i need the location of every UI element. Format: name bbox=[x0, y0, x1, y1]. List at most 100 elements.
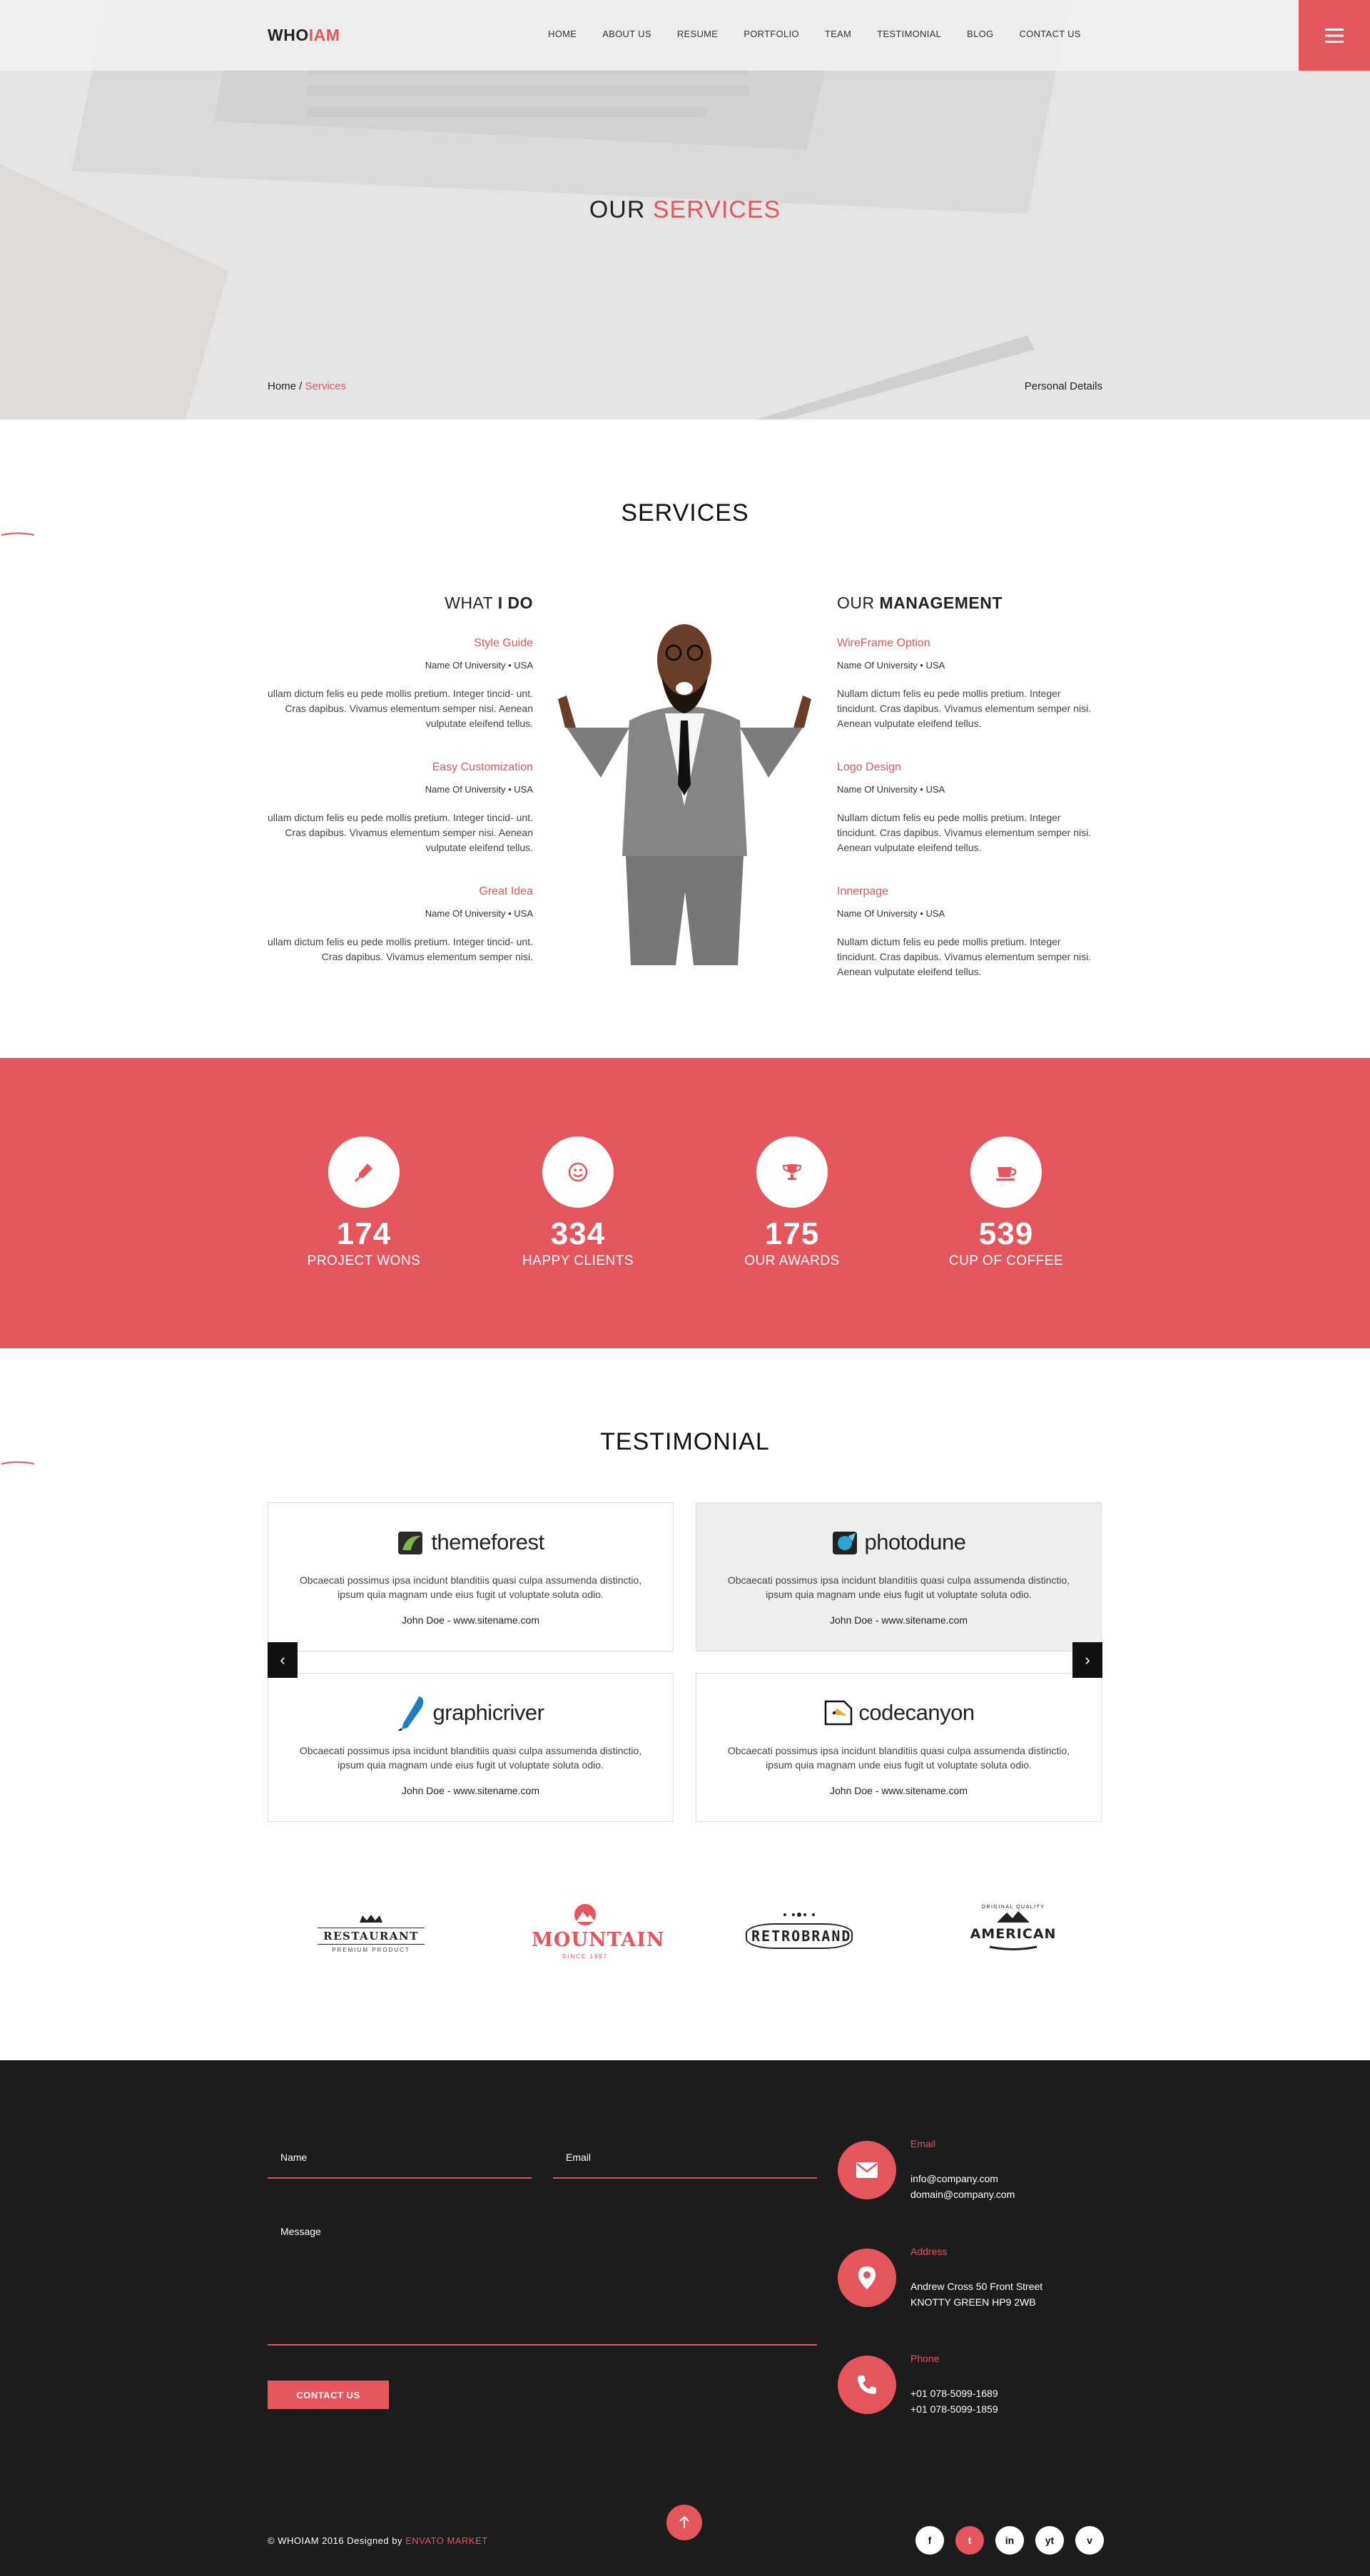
nav-about-us[interactable]: ABOUT US bbox=[602, 29, 651, 39]
breadcrumb-current: Services bbox=[305, 380, 347, 392]
client-name: RESTAURANT bbox=[318, 1928, 425, 1945]
vimeo-icon[interactable]: v bbox=[1075, 2526, 1104, 2555]
linkedin-icon[interactable]: in bbox=[995, 2526, 1024, 2555]
testimonial-author: John Doe - www.sitename.com bbox=[830, 1614, 968, 1626]
breadcrumb: Home / Services bbox=[268, 380, 346, 392]
carousel-next-button[interactable]: › bbox=[1072, 1642, 1102, 1678]
stat-value: 174 bbox=[336, 1216, 392, 1251]
stat-clients: 334 HAPPY CLIENTS bbox=[507, 1136, 649, 1269]
nav-home[interactable]: HOME bbox=[548, 29, 577, 39]
testimonial-quote: Obcaecati possimus ipsa incidunt blandit… bbox=[727, 1745, 1070, 1771]
client-name: RETROBRAND bbox=[746, 1923, 853, 1949]
email-line[interactable]: domain@company.com bbox=[910, 2186, 1015, 2202]
phone-line[interactable]: +01 078-5099-1859 bbox=[910, 2401, 998, 2417]
nav-portfolio[interactable]: PORTFOLIO bbox=[744, 29, 799, 39]
youtube-icon[interactable]: yt bbox=[1035, 2526, 1064, 2555]
service-subtitle: Name Of University • USA bbox=[837, 784, 945, 795]
client-logo-mountain: MOUNTAIN SINCE 1997 bbox=[532, 1903, 665, 1960]
stat-label: OUR AWARDS bbox=[744, 1253, 840, 1268]
menu-button[interactable] bbox=[1299, 0, 1370, 71]
nav-testimonial[interactable]: TESTIMONIAL bbox=[877, 29, 941, 39]
address-line: Andrew Cross 50 Front Street bbox=[910, 2281, 1043, 2292]
testimonial-author: John Doe - www.sitename.com bbox=[402, 1614, 539, 1626]
phone-line[interactable]: +01 078-5099-1689 bbox=[910, 2386, 998, 2401]
site-header: WHOIAM HOME ABOUT US RESUME PORTFOLIO TE… bbox=[0, 0, 1370, 71]
mountain-peaks-icon bbox=[997, 1911, 1030, 1923]
envelope-icon-circle bbox=[838, 2141, 896, 2199]
testimonial-author: John Doe - www.sitename.com bbox=[402, 1785, 539, 1796]
stat-value: 334 bbox=[550, 1216, 606, 1251]
stat-icon-circle bbox=[328, 1136, 400, 1208]
photodune-logo-icon bbox=[833, 1532, 858, 1554]
scroll-to-top-button[interactable] bbox=[666, 2505, 702, 2540]
message-field-label: Message bbox=[280, 2226, 321, 2237]
service-title[interactable]: WireFrame Option bbox=[837, 637, 1102, 650]
site-logo[interactable]: WHOIAM bbox=[268, 26, 340, 45]
facebook-icon[interactable]: f bbox=[915, 2526, 944, 2555]
logo-text: WHO bbox=[268, 26, 309, 44]
email-line[interactable]: info@company.com bbox=[910, 2171, 1015, 2186]
service-subtitle: Name Of University • USA bbox=[425, 908, 533, 919]
stats-section: 174 PROJECT WONS 334 HAPPY CLIENTS 175 O… bbox=[0, 1058, 1370, 1348]
stat-icon-circle bbox=[756, 1136, 828, 1208]
name-field[interactable]: Name bbox=[268, 2144, 532, 2179]
smile-icon bbox=[568, 1162, 588, 1182]
brand-logo: graphicriver bbox=[268, 1696, 673, 1731]
client-logo-retrobrand: RETROBRAND bbox=[746, 1909, 853, 1949]
page-title-accent: SERVICES bbox=[652, 196, 781, 223]
copyright-text: © WHOIAM 2016 Designed by ENVATO MARKET bbox=[268, 2535, 488, 2546]
stat-value: 539 bbox=[978, 1216, 1034, 1251]
service-description: ullam dictum felis eu pede mollis pretiu… bbox=[268, 936, 533, 962]
client-logo-restaurant: RESTAURANT PREMIUM PRODUCT bbox=[318, 1914, 425, 1953]
address-title: Address bbox=[910, 2246, 948, 2257]
stat-projects: 174 PROJECT WONS bbox=[293, 1136, 435, 1269]
footer-contact-section: Name Email Message CONTACT US Email info… bbox=[0, 2060, 1370, 2576]
nav-blog[interactable]: BLOG bbox=[967, 29, 993, 39]
phone-values: +01 078-5099-1689 +01 078-5099-1859 bbox=[910, 2386, 998, 2417]
contact-us-button[interactable]: CONTACT US bbox=[268, 2381, 389, 2409]
testimonial-author: John Doe - www.sitename.com bbox=[830, 1785, 968, 1796]
service-item: WireFrame Option Name Of University • US… bbox=[837, 637, 1102, 731]
name-field-label: Name bbox=[280, 2152, 308, 2163]
chevron-left-icon: ‹ bbox=[280, 1651, 285, 1669]
crown-icon bbox=[360, 1915, 382, 1923]
service-description: Nullam dictum felis eu pede mollis preti… bbox=[837, 936, 1092, 977]
twitter-icon[interactable]: t bbox=[955, 2526, 984, 2555]
personal-details-label: Personal Details bbox=[1024, 380, 1102, 392]
testimonial-quote: Obcaecati possimus ipsa incidunt blandit… bbox=[299, 1745, 642, 1771]
brand-logo: themeforest bbox=[268, 1527, 673, 1557]
client-name: MOUNTAIN bbox=[532, 1929, 665, 1951]
logo-accent-text: IAM bbox=[308, 26, 340, 44]
carousel-prev-button[interactable]: ‹ bbox=[268, 1642, 298, 1678]
breadcrumb-home[interactable]: Home bbox=[268, 380, 296, 392]
testimonial-title: TESTIMONIAL bbox=[600, 1428, 770, 1455]
envelope-icon bbox=[856, 2162, 878, 2178]
social-links: f t in yt v bbox=[915, 2526, 1104, 2555]
message-field[interactable]: Message bbox=[268, 2217, 817, 2346]
service-subtitle: Name Of University • USA bbox=[837, 908, 945, 919]
stat-awards: 175 OUR AWARDS bbox=[721, 1136, 863, 1269]
nav-team[interactable]: TEAM bbox=[825, 29, 851, 39]
stat-icon-circle bbox=[542, 1136, 614, 1208]
what-i-do-heading: WHAT I DO bbox=[445, 594, 533, 612]
client-logo-american: ORIGINAL QUALITY AMERICAN bbox=[960, 1905, 1067, 1955]
service-description: Nullam dictum felis eu pede mollis preti… bbox=[837, 812, 1092, 853]
email-field[interactable]: Email bbox=[553, 2144, 817, 2179]
trophy-icon bbox=[782, 1164, 802, 1180]
nav-contact-us[interactable]: CONTACT US bbox=[1019, 29, 1080, 39]
service-title[interactable]: Great Idea bbox=[268, 885, 533, 898]
codecanyon-logo-icon bbox=[825, 1700, 853, 1726]
stat-icon-circle bbox=[970, 1136, 1042, 1208]
service-title[interactable]: Easy Customization bbox=[268, 761, 533, 774]
service-title[interactable]: Logo Design bbox=[837, 761, 1102, 774]
envato-market-link[interactable]: ENVATO MARKET bbox=[405, 2535, 488, 2546]
excited-man-image bbox=[558, 624, 811, 965]
testimonial-quote: Obcaecati possimus ipsa incidunt blandit… bbox=[727, 1574, 1070, 1600]
service-title[interactable]: Innerpage bbox=[837, 885, 1102, 898]
nav-resume[interactable]: RESUME bbox=[677, 29, 718, 39]
service-item: Style Guide Name Of University • USA ull… bbox=[268, 637, 533, 731]
pen-nib-icon bbox=[354, 1164, 372, 1183]
service-item: Easy Customization Name Of University • … bbox=[268, 761, 533, 855]
client-sub: SINCE 1997 bbox=[562, 1953, 609, 1960]
service-title[interactable]: Style Guide bbox=[268, 637, 533, 650]
